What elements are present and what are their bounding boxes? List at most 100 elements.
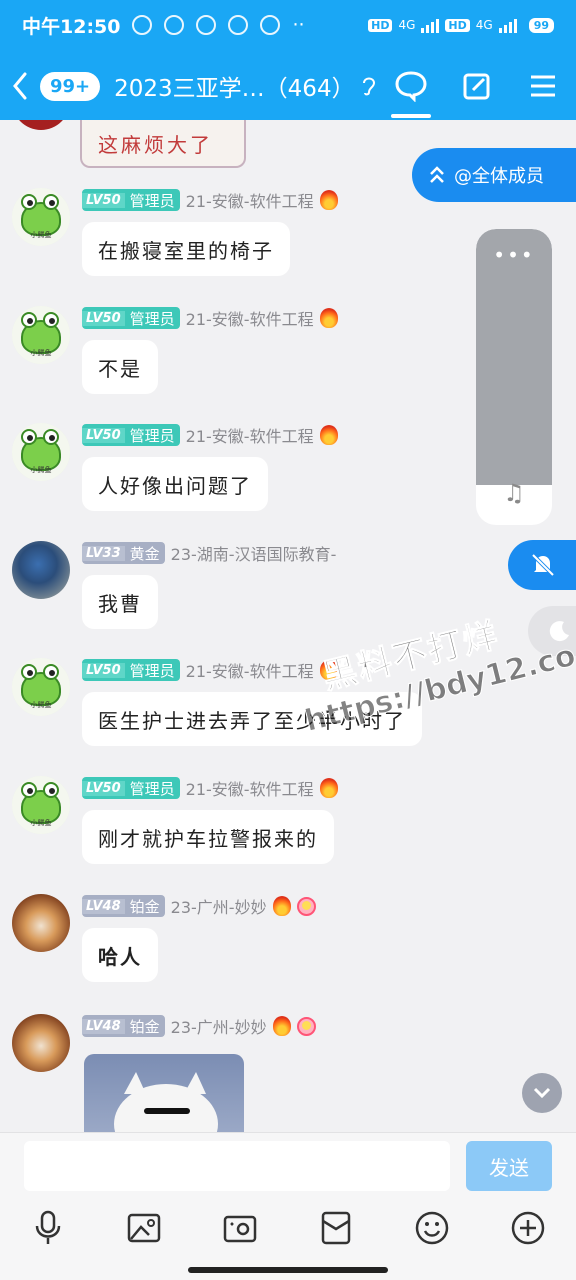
- sender-name[interactable]: 21-安徽-软件工程: [186, 188, 314, 212]
- fire-icon: [272, 1016, 291, 1036]
- avatar[interactable]: [12, 120, 70, 130]
- night-mode-button[interactable]: [528, 606, 576, 656]
- level-badge: LV50 管理员: [82, 777, 180, 799]
- message-bubble[interactable]: 刚才就护车拉警报来的: [82, 810, 334, 864]
- send-button[interactable]: 发送: [466, 1141, 552, 1191]
- status-bar: 中午12:50 ·· HD 4G HD 4G 99: [0, 0, 576, 50]
- level-badge: LV50 管理员: [82, 659, 180, 681]
- frog-avatar-image: 小鳄鱼: [12, 658, 70, 716]
- smile-badge-icon: [296, 896, 316, 916]
- moon-icon: [549, 621, 569, 642]
- avatar[interactable]: 小鳄鱼: [12, 423, 70, 481]
- sender-name[interactable]: 21-安徽-软件工程: [186, 776, 314, 800]
- smile-badge-icon: [296, 1016, 316, 1036]
- chat-message: LV48 铂金 23-广州-妙妙 哈人: [12, 894, 532, 994]
- avatar[interactable]: [12, 541, 70, 599]
- home-indicator[interactable]: [188, 1267, 388, 1273]
- level-badge: LV50 管理员: [82, 424, 180, 446]
- floating-music-player[interactable]: ••• ♫: [476, 229, 552, 525]
- clock: 中午12:50: [22, 15, 121, 38]
- sticker-message[interactable]: 这麻烦大了: [80, 120, 246, 168]
- unread-count-badge[interactable]: 99+: [40, 71, 101, 101]
- level-badge: LV48 铂金: [82, 895, 165, 917]
- chat-message: LV33 黄金 23-湖南-汉语国际教育- 我曹: [12, 541, 532, 641]
- avatar[interactable]: 小鳄鱼: [12, 306, 70, 364]
- image-message[interactable]: [84, 1054, 244, 1132]
- network-label: 4G: [398, 18, 416, 32]
- back-button[interactable]: [0, 56, 40, 116]
- cat-photo: [114, 1072, 218, 1132]
- player-preview: [476, 229, 552, 485]
- mute-toggle-button[interactable]: [508, 540, 576, 590]
- bell-off-icon: [531, 553, 555, 577]
- frog-avatar-image: 小鳄鱼: [12, 188, 70, 246]
- photo-button[interactable]: [120, 1204, 168, 1252]
- microphone-icon: [35, 1210, 61, 1244]
- sender-name[interactable]: 23-广州-妙妙: [171, 894, 267, 918]
- more-dots-icon[interactable]: •••: [476, 243, 552, 267]
- image-icon: [127, 1213, 161, 1243]
- app-notification-icon: [228, 15, 249, 35]
- input-bar: 发送: [0, 1132, 576, 1280]
- edit-icon: [463, 73, 490, 100]
- chat-tab-button[interactable]: [378, 56, 444, 118]
- input-toolbar: [0, 1203, 576, 1253]
- mention-all-button[interactable]: @全体成员: [412, 148, 576, 202]
- chevron-down-icon: [533, 1087, 551, 1099]
- sender-name[interactable]: 21-安徽-软件工程: [186, 306, 314, 330]
- emoji-button[interactable]: [408, 1204, 456, 1252]
- alarm-icon: [164, 15, 185, 35]
- message-bubble[interactable]: 医生护士进去弄了至少半小时了: [82, 692, 422, 746]
- sender-name[interactable]: 21-安徽-软件工程: [186, 658, 314, 682]
- camera-button[interactable]: [216, 1204, 264, 1252]
- music-note-icon: ♫: [503, 479, 525, 507]
- emoji-icon: [415, 1211, 449, 1245]
- sender-name[interactable]: 21-安徽-软件工程: [186, 423, 314, 447]
- ear-icon: [362, 77, 375, 96]
- avatar[interactable]: [12, 894, 70, 952]
- mention-all-label: @全体成员: [454, 166, 544, 187]
- top-bar: 中午12:50 ·· HD 4G HD 4G 99 99+ 2023三亚学…（4…: [0, 0, 576, 120]
- camera-icon: [223, 1215, 257, 1243]
- app-notification-icon: [196, 15, 217, 35]
- chat-message: 小鳄鱼 LV50 管理员 21-安徽-软件工程 医生护士进去弄了至少半小时了: [12, 658, 532, 758]
- message-bubble[interactable]: 不是: [82, 340, 158, 394]
- avatar[interactable]: [12, 1014, 70, 1072]
- chat-message: 小鳄鱼 LV50 管理员 21-安徽-软件工程 刚才就护车拉警报来的: [12, 776, 532, 876]
- message-bubble[interactable]: 在搬寝室里的椅子: [82, 222, 290, 276]
- chat-message: 小鳄鱼 LV50 管理员 21-安徽-软件工程 不是: [12, 306, 532, 406]
- message-input[interactable]: [24, 1141, 450, 1191]
- plus-circle-icon: [511, 1211, 545, 1245]
- signal-icon-2: [498, 17, 517, 33]
- red-packet-button[interactable]: [312, 1204, 360, 1252]
- menu-button[interactable]: [510, 56, 576, 116]
- avatar[interactable]: 小鳄鱼: [12, 658, 70, 716]
- double-chevron-up-icon: [430, 166, 444, 183]
- chat-message: 小鳄鱼 LV50 管理员 21-安徽-软件工程 在搬寝室里的椅子: [12, 188, 532, 288]
- message-bubble[interactable]: 人好像出问题了: [82, 457, 268, 511]
- avatar[interactable]: 小鳄鱼: [12, 188, 70, 246]
- level-badge: LV48 铂金: [82, 1015, 165, 1037]
- fire-icon: [272, 896, 291, 916]
- sender-name[interactable]: 23-湖南-汉语国际教育-: [171, 541, 337, 565]
- envelope-icon: [321, 1211, 351, 1245]
- chat-message: 小鳄鱼 LV50 管理员 21-安徽-软件工程 人好像出问题了: [12, 423, 532, 523]
- sender-name[interactable]: 23-广州-妙妙: [171, 1014, 267, 1038]
- signal-icon: [421, 17, 440, 33]
- level-badge: LV50 管理员: [82, 307, 180, 329]
- chat-bubble-icon: [395, 71, 427, 102]
- hd-badge: HD: [368, 18, 393, 32]
- level-badge: LV33 黄金: [82, 542, 165, 564]
- scroll-to-bottom-button[interactable]: [522, 1073, 562, 1113]
- avatar[interactable]: 小鳄鱼: [12, 776, 70, 834]
- edit-button[interactable]: [444, 56, 510, 116]
- message-bubble[interactable]: 哈人: [82, 928, 158, 982]
- fire-icon: [319, 308, 338, 328]
- more-button[interactable]: [504, 1204, 552, 1252]
- group-title[interactable]: 2023三亚学…（464）: [114, 69, 354, 103]
- frog-avatar-image: 小鳄鱼: [12, 306, 70, 364]
- message-bubble[interactable]: 我曹: [82, 575, 158, 629]
- nav-bar: 99+ 2023三亚学…（464）: [0, 56, 576, 118]
- chevron-left-icon: [13, 72, 27, 100]
- voice-button[interactable]: [24, 1204, 72, 1252]
